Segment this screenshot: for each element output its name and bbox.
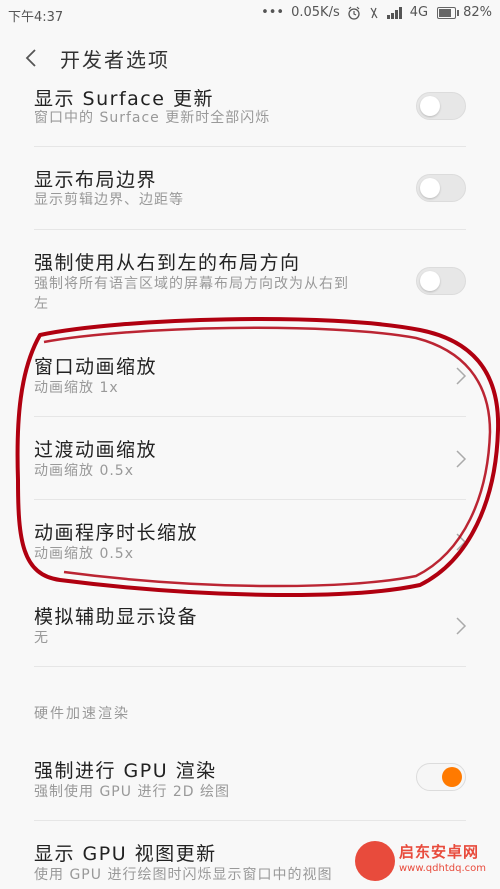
section-label-hardware-accel: 硬件加速渲染 xyxy=(34,706,130,722)
setting-subtitle: 无 xyxy=(34,630,49,646)
setting-title: 窗口动画缩放 xyxy=(34,356,158,378)
battery-percent: 82% xyxy=(463,5,492,20)
status-icons: ••• 0.05K/s 4G 82% xyxy=(261,5,492,20)
more-dots-icon: ••• xyxy=(261,5,285,20)
signal-icon xyxy=(386,6,402,19)
force-gpu-toggle[interactable] xyxy=(416,763,466,791)
setting-title: 强制使用从右到左的布局方向 xyxy=(34,252,301,274)
setting-title: 显示布局边界 xyxy=(34,169,158,191)
chevron-right-icon xyxy=(456,617,467,635)
setting-subtitle: 动画缩放 1x xyxy=(34,380,119,396)
layout-bounds-toggle[interactable] xyxy=(416,174,466,202)
setting-transition-animation-scale[interactable]: 过渡动画缩放 动画缩放 0.5x xyxy=(0,417,500,499)
watermark-name: 启东安卓网 xyxy=(399,843,480,861)
chevron-right-icon xyxy=(456,533,467,551)
setting-title: 动画程序时长缩放 xyxy=(34,522,199,544)
network-speed: 0.05K/s xyxy=(291,5,340,20)
surface-updates-toggle[interactable] xyxy=(416,92,466,120)
toggle-knob xyxy=(420,271,440,291)
alarm-icon xyxy=(348,6,360,20)
battery-icon xyxy=(437,6,460,19)
network-type: 4G xyxy=(409,5,429,20)
divider xyxy=(34,666,466,667)
app-header: 开发者选项 xyxy=(0,28,500,88)
page-title: 开发者选项 xyxy=(60,48,170,72)
setting-surface-updates[interactable]: 显示 Surface 更新 窗口中的 Surface 更新时全部闪烁 xyxy=(0,84,500,146)
setting-title: 模拟辅助显示设备 xyxy=(34,606,199,628)
setting-title: 强制进行 GPU 渲染 xyxy=(34,760,217,782)
chevron-right-icon xyxy=(456,450,467,468)
watermark-logo: 启东安卓网 www.qdhtdq.com xyxy=(355,839,490,883)
setting-subtitle: 使用 GPU 进行绘图时闪烁显示窗口中的视图 xyxy=(34,867,333,883)
setting-subtitle: 窗口中的 Surface 更新时全部闪烁 xyxy=(34,110,271,126)
setting-title: 过渡动画缩放 xyxy=(34,439,158,461)
setting-subtitle: 强制使用 GPU 进行 2D 绘图 xyxy=(34,784,231,800)
setting-window-animation-scale[interactable]: 窗口动画缩放 动画缩放 1x xyxy=(0,336,500,416)
force-rtl-toggle[interactable] xyxy=(416,267,466,295)
status-time: 下午4:37 xyxy=(8,10,64,25)
toggle-knob xyxy=(442,767,462,787)
setting-layout-bounds[interactable]: 显示布局边界 显示剪辑边界、边距等 xyxy=(0,147,500,229)
toggle-knob xyxy=(420,178,440,198)
status-bar: 下午4:37 ••• 0.05K/s 4G 82% xyxy=(0,0,500,28)
setting-animator-duration-scale[interactable]: 动画程序时长缩放 动画缩放 0.5x xyxy=(0,500,500,582)
setting-force-gpu-rendering[interactable]: 强制进行 GPU 渲染 强制使用 GPU 进行 2D 绘图 xyxy=(0,740,500,820)
setting-force-rtl[interactable]: 强制使用从右到左的布局方向 强制将所有语言区域的屏幕布局方向改为从右到 左 xyxy=(0,230,500,333)
setting-subtitle-line1: 强制将所有语言区域的屏幕布局方向改为从右到 xyxy=(34,276,349,292)
setting-subtitle-line2: 左 xyxy=(34,296,49,312)
vibrate-icon xyxy=(370,7,378,18)
watermark-url: www.qdhtdq.com xyxy=(399,863,486,874)
setting-title: 显示 Surface 更新 xyxy=(34,88,214,110)
setting-subtitle: 动画缩放 0.5x xyxy=(34,546,134,562)
watermark-logo-icon xyxy=(355,841,395,881)
setting-subtitle: 显示剪辑边界、边距等 xyxy=(34,192,184,208)
setting-subtitle: 动画缩放 0.5x xyxy=(34,463,134,479)
toggle-knob xyxy=(420,96,440,116)
chevron-right-icon xyxy=(456,367,467,385)
setting-simulate-secondary-display[interactable]: 模拟辅助显示设备 无 xyxy=(0,584,500,666)
setting-title: 显示 GPU 视图更新 xyxy=(34,843,217,865)
chevron-left-icon[interactable] xyxy=(22,48,42,68)
